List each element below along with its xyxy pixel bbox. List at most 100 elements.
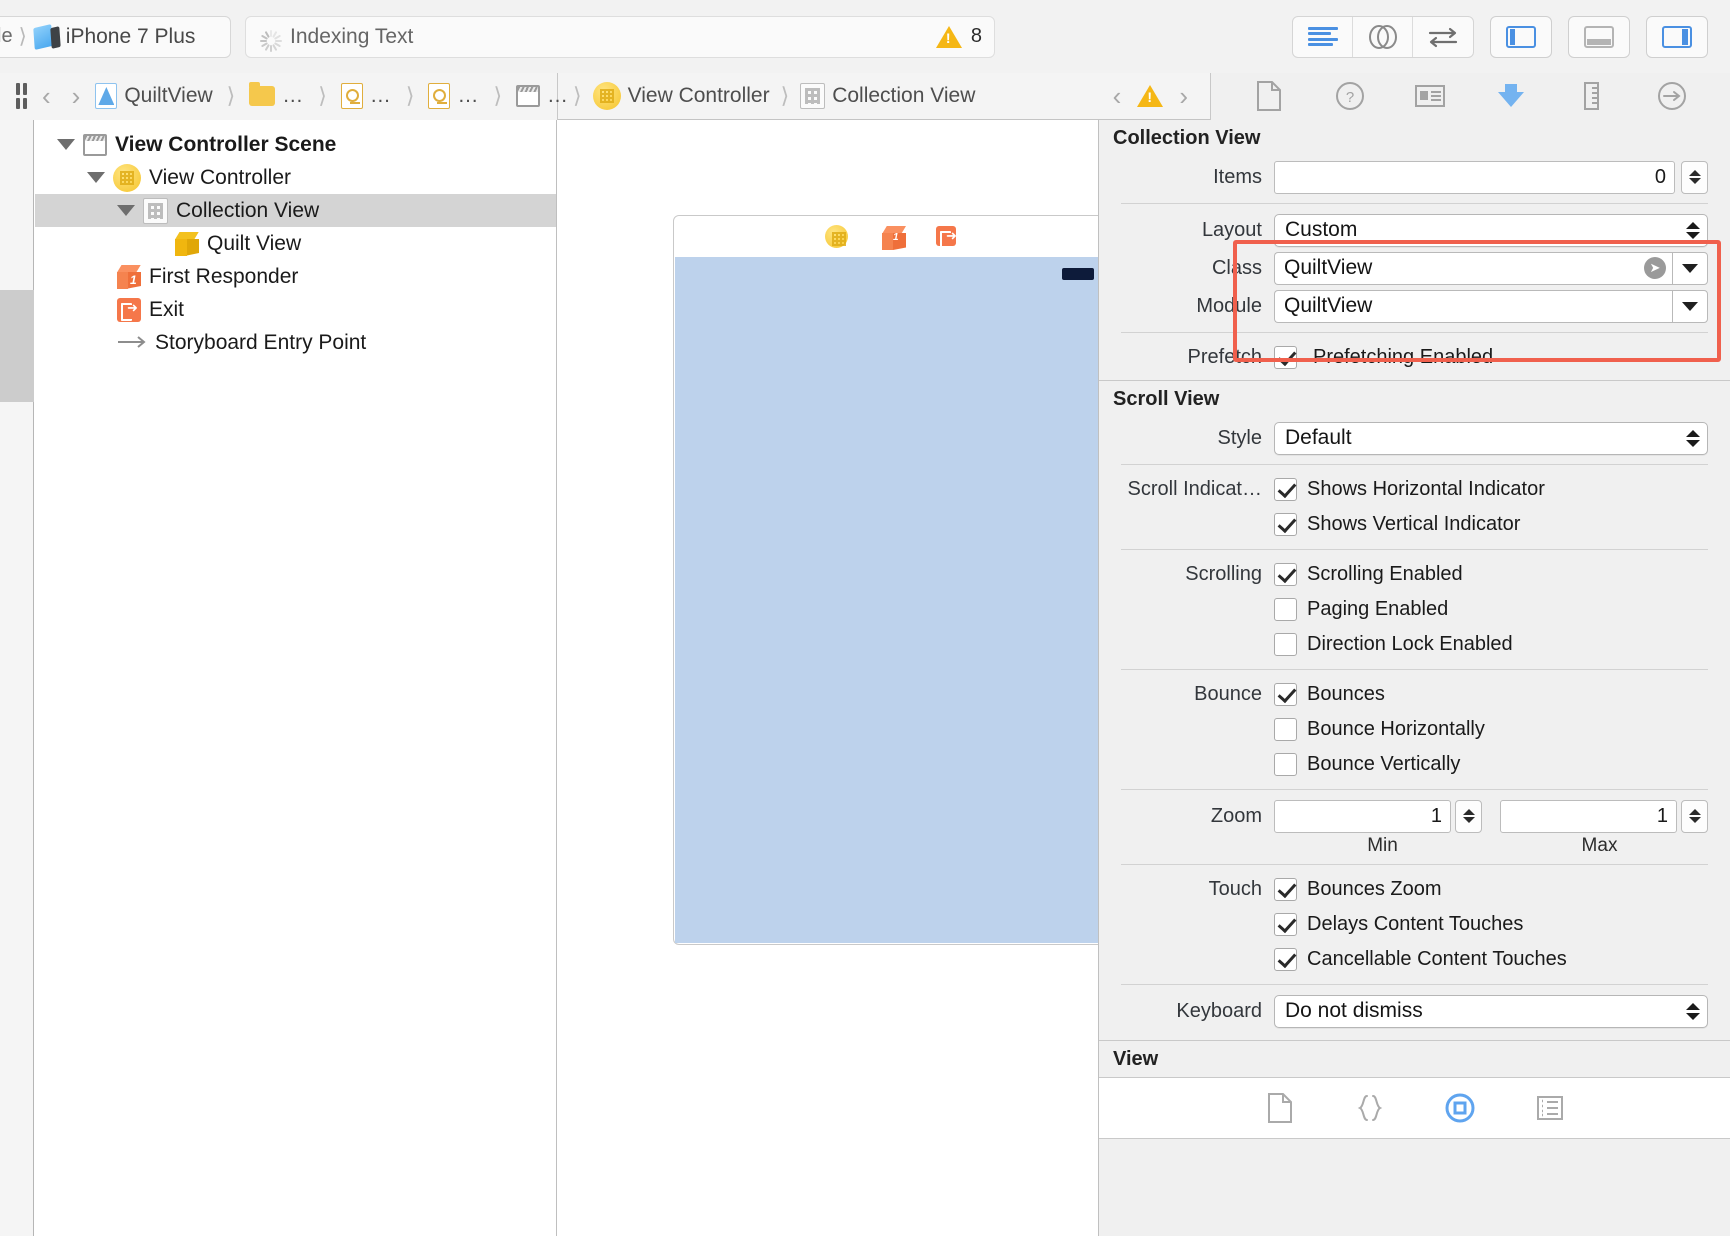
toggle-navigator-button[interactable] bbox=[1490, 16, 1552, 58]
disclosure-triangle-icon[interactable] bbox=[57, 139, 75, 150]
prefetching-enabled-checkbox[interactable] bbox=[1274, 346, 1297, 369]
connections-inspector-tab[interactable] bbox=[1650, 79, 1694, 113]
disclosure-triangle-icon[interactable] bbox=[87, 172, 105, 183]
bounce-horizontally-checkbox[interactable] bbox=[1274, 718, 1297, 741]
toggle-utilities-button[interactable] bbox=[1646, 16, 1708, 58]
scheme-selector[interactable]: le ⟩ iPhone 7 Plus bbox=[0, 16, 231, 58]
zoom-min-stepper[interactable] bbox=[1455, 800, 1482, 833]
bounces-checkbox[interactable] bbox=[1274, 683, 1297, 706]
gutter-scroll-thumb[interactable] bbox=[0, 290, 34, 402]
module-combo-box[interactable]: QuiltView bbox=[1274, 290, 1708, 323]
module-input[interactable]: QuiltView bbox=[1274, 290, 1672, 323]
scrolling-row-1: Scrolling Scrolling Enabled bbox=[1099, 557, 1730, 592]
module-dropdown-button[interactable] bbox=[1672, 290, 1708, 323]
assistant-editor-button[interactable] bbox=[1353, 17, 1413, 57]
quick-help-inspector-tab[interactable]: ? bbox=[1328, 79, 1372, 113]
view-filmstrip-button[interactable] bbox=[1533, 1091, 1567, 1125]
view-controller-scene-canvas[interactable]: 1 bbox=[673, 215, 1098, 945]
related-items-icon[interactable] bbox=[16, 83, 27, 109]
identity-inspector-tab[interactable] bbox=[1408, 79, 1452, 113]
zoom-min-caption: Min bbox=[1274, 835, 1491, 857]
class-input[interactable]: QuiltView ➤ bbox=[1274, 252, 1672, 285]
storyboard-canvas[interactable]: 1 bbox=[558, 120, 1098, 1236]
class-combo-box[interactable]: QuiltView ➤ bbox=[1274, 252, 1708, 285]
keyboard-popup-button[interactable]: Do not dismiss bbox=[1274, 995, 1708, 1028]
shows-horizontal-indicator-checkbox[interactable] bbox=[1274, 478, 1297, 501]
navigator-gutter[interactable] bbox=[0, 120, 34, 1236]
class-dropdown-button[interactable] bbox=[1672, 252, 1708, 285]
chevron-down-icon bbox=[1682, 302, 1698, 311]
delays-content-touches-checkbox[interactable] bbox=[1274, 913, 1297, 936]
warning-indicator[interactable]: 8 bbox=[936, 25, 982, 48]
zoom-max-stepper[interactable] bbox=[1681, 800, 1708, 833]
editor-mode-segmented bbox=[1292, 16, 1474, 58]
direction-lock-enabled-checkbox[interactable] bbox=[1274, 633, 1297, 656]
svg-text:?: ? bbox=[1346, 89, 1354, 106]
scrolling-enabled-checkbox[interactable] bbox=[1274, 563, 1297, 586]
zoom-max-input[interactable]: 1 bbox=[1500, 800, 1677, 833]
prefetch-label: Prefetch bbox=[1099, 346, 1274, 369]
items-input[interactable]: 0 bbox=[1274, 161, 1675, 194]
view-content-mode-icon bbox=[1267, 1093, 1293, 1123]
size-inspector-tab[interactable] bbox=[1569, 79, 1613, 113]
breadcrumb-sep: ⟩ bbox=[318, 83, 327, 109]
breadcrumb-item-1[interactable]: … bbox=[249, 84, 304, 108]
status-text: Indexing Text bbox=[290, 25, 413, 49]
disclosure-triangle-icon[interactable] bbox=[117, 205, 135, 216]
id-card-icon bbox=[1414, 83, 1446, 109]
breadcrumb-item-2[interactable]: … bbox=[341, 83, 392, 109]
standard-editor-button[interactable] bbox=[1293, 17, 1353, 57]
go-forward-button[interactable]: › bbox=[66, 81, 87, 112]
version-editor-button[interactable] bbox=[1413, 17, 1473, 57]
items-row: Items 0 bbox=[1099, 158, 1730, 196]
attributes-inspector-tab[interactable] bbox=[1489, 79, 1533, 113]
view-controller-icon[interactable] bbox=[825, 225, 848, 248]
shows-vertical-indicator-checkbox[interactable] bbox=[1274, 513, 1297, 536]
zoom-min-input[interactable]: 1 bbox=[1274, 800, 1451, 833]
next-issue-button[interactable]: › bbox=[1173, 81, 1194, 112]
outline-row-first-responder[interactable]: 1 First Responder bbox=[35, 260, 556, 293]
section-body-scroll-view: Style Default Scroll Indicat… Shows Hori… bbox=[1099, 417, 1730, 1040]
outline-row-quilt-view[interactable]: Quilt View bbox=[35, 227, 556, 260]
style-popup-button[interactable]: Default bbox=[1274, 422, 1708, 455]
cancellable-content-touches-checkbox[interactable] bbox=[1274, 948, 1297, 971]
outline-row-view-controller-scene[interactable]: View Controller Scene bbox=[35, 128, 556, 161]
previous-issue-button[interactable]: ‹ bbox=[1107, 81, 1128, 112]
outline-row-collection-view[interactable]: Collection View bbox=[35, 194, 556, 227]
module-value: QuiltView bbox=[1284, 294, 1666, 318]
file-inspector-tab[interactable] bbox=[1247, 79, 1291, 113]
warning-triangle-icon[interactable] bbox=[1137, 85, 1163, 107]
breadcrumb-item-6[interactable]: Collection View bbox=[800, 83, 975, 109]
outline-row-exit[interactable]: Exit bbox=[35, 293, 556, 326]
touch-label: Touch bbox=[1099, 878, 1274, 901]
view-content-mode-button[interactable] bbox=[1263, 1091, 1297, 1125]
first-responder-icon[interactable]: 1 bbox=[882, 226, 902, 246]
go-back-button[interactable]: ‹ bbox=[36, 81, 57, 112]
layout-popup-button[interactable]: Custom bbox=[1274, 214, 1708, 247]
breadcrumb-label: QuiltView bbox=[124, 84, 212, 108]
bounces-zoom-checkbox[interactable] bbox=[1274, 878, 1297, 901]
view-target-button[interactable] bbox=[1443, 1091, 1477, 1125]
attributes-inspector: Collection View Items 0 Layout Custom bbox=[1098, 120, 1730, 1236]
items-stepper[interactable] bbox=[1681, 161, 1708, 194]
view-braces-button[interactable] bbox=[1353, 1091, 1387, 1125]
breadcrumb-item-5[interactable]: View Controller bbox=[593, 82, 770, 110]
breadcrumb-sep: ⟩ bbox=[781, 83, 790, 109]
outline-row-view-controller[interactable]: View Controller bbox=[35, 161, 556, 194]
scrolling-row-3: Direction Lock Enabled bbox=[1099, 627, 1730, 662]
bounce-vertically-checkbox[interactable] bbox=[1274, 753, 1297, 776]
breadcrumb-item-0[interactable]: QuiltView bbox=[95, 83, 212, 109]
outline-row-storyboard-entry-point[interactable]: Storyboard Entry Point bbox=[35, 326, 556, 359]
resize-handle[interactable] bbox=[1062, 268, 1094, 280]
scroll-indicators-row-1: Scroll Indicat… Shows Horizontal Indicat… bbox=[1099, 472, 1730, 507]
breadcrumb-item-3[interactable]: … bbox=[428, 83, 479, 109]
module-label: Module bbox=[1099, 295, 1274, 318]
toggle-debug-area-button[interactable] bbox=[1568, 16, 1630, 58]
class-label: Class bbox=[1099, 257, 1274, 280]
exit-icon[interactable] bbox=[936, 226, 956, 246]
jump-to-definition-icon[interactable]: ➤ bbox=[1644, 257, 1666, 279]
paging-enabled-checkbox[interactable] bbox=[1274, 598, 1297, 621]
question-circle-icon: ? bbox=[1335, 81, 1365, 111]
section-title: Collection View bbox=[1113, 127, 1260, 150]
collection-view-preview[interactable] bbox=[675, 257, 1098, 943]
